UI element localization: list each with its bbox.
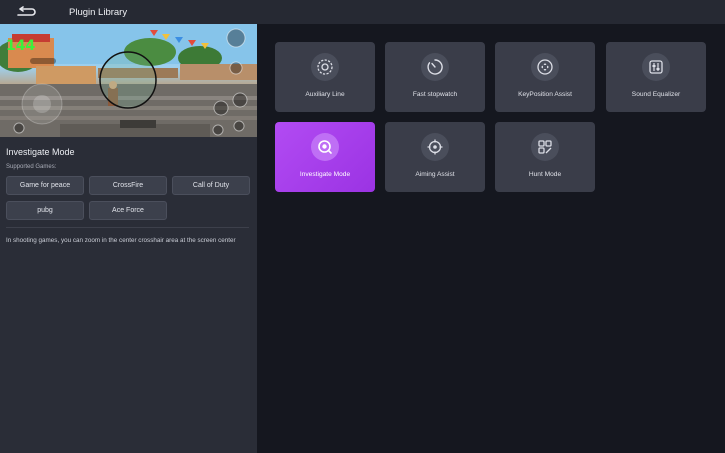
plugin-grid: Auxiliary Line Fast stopwatch KeyPositio… <box>257 24 725 453</box>
plugin-card-aiming-assist[interactable]: Aiming Assist <box>385 122 485 192</box>
game-chip-ace-force[interactable]: Ace Force <box>89 201 167 220</box>
auxiliary-line-icon <box>311 53 339 81</box>
divider <box>6 227 249 228</box>
plugin-detail-panel: 144 Investigate Mode Supported Games: Ga… <box>0 24 257 453</box>
game-scene: 144 <box>0 24 257 137</box>
crosshair-icon <box>421 133 449 161</box>
game-chip-game-for-peace[interactable]: Game for peace <box>6 176 84 195</box>
hud-number: 144 <box>6 38 35 54</box>
game-chip-crossfire[interactable]: CrossFire <box>89 176 167 195</box>
game-chip-pubg[interactable]: pubg <box>6 201 84 220</box>
plugin-label: Auxiliary Line <box>305 91 345 98</box>
back-button[interactable] <box>6 0 46 24</box>
plugin-label: Aiming Assist <box>415 171 455 178</box>
plugin-card-auxiliary-line[interactable]: Auxiliary Line <box>275 42 375 112</box>
plugin-label: KeyPosition Assist <box>518 91 572 98</box>
game-preview-image: 144 <box>0 24 257 137</box>
mode-title: Investigate Mode <box>6 147 75 157</box>
supported-games-label: Supported Games: <box>6 164 57 170</box>
top-bar: Plugin Library <box>0 0 725 24</box>
plugin-card-hunt-mode[interactable]: Hunt Mode <box>495 122 595 192</box>
mode-description: In shooting games, you can zoom in the c… <box>6 237 236 244</box>
plugin-card-sound-equalizer[interactable]: Sound Equalizer <box>606 42 706 112</box>
plugin-label: Fast stopwatch <box>412 91 458 98</box>
back-arrow-icon <box>17 6 36 16</box>
zoom-search-icon <box>311 133 339 161</box>
plugin-card-fast-stopwatch[interactable]: Fast stopwatch <box>385 42 485 112</box>
hunt-mode-icon <box>531 133 559 161</box>
plugin-card-investigate-mode[interactable]: Investigate Mode <box>275 122 375 192</box>
page-title: Plugin Library <box>69 6 128 18</box>
equalizer-icon <box>642 53 670 81</box>
key-position-icon <box>531 53 559 81</box>
stopwatch-icon <box>421 53 449 81</box>
game-chip-call-of-duty[interactable]: Call of Duty <box>172 176 250 195</box>
plugin-label: Investigate Mode <box>299 171 351 178</box>
plugin-label: Hunt Mode <box>528 171 562 178</box>
plugin-label: Sound Equalizer <box>631 91 681 98</box>
plugin-card-keyposition-assist[interactable]: KeyPosition Assist <box>495 42 595 112</box>
